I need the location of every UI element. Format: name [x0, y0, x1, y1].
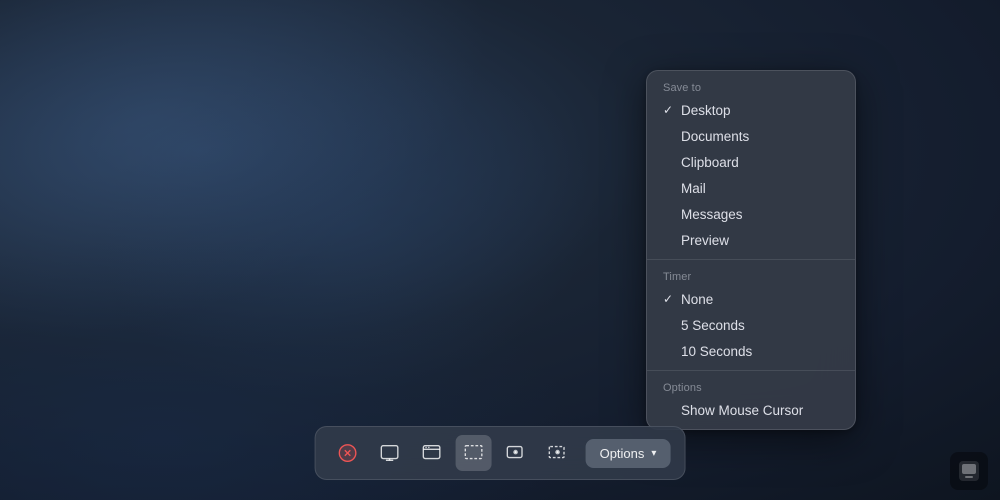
menu-item-show-cursor[interactable]: Show Mouse Cursor: [647, 397, 855, 423]
checkmark-messages: [663, 207, 681, 221]
checkmark-clipboard: [663, 155, 681, 169]
capture-selection-button[interactable]: [456, 435, 492, 471]
watermark-logo: [950, 452, 988, 490]
options-section: Options Show Mouse Cursor: [647, 370, 855, 429]
close-icon: [337, 442, 359, 464]
screen-record-button[interactable]: [498, 435, 534, 471]
checkmark-desktop: ✓: [663, 103, 681, 117]
checkmark-mail: [663, 181, 681, 195]
none-label: None: [681, 292, 839, 307]
selection-record-icon: [547, 442, 569, 464]
messages-label: Messages: [681, 207, 839, 222]
fullscreen-icon: [379, 442, 401, 464]
checkmark-cursor: [663, 403, 681, 417]
capture-fullscreen-button[interactable]: [372, 435, 408, 471]
checkmark-none: ✓: [663, 292, 681, 306]
menu-item-10seconds[interactable]: 10 Seconds: [647, 338, 855, 364]
selection-record-button[interactable]: [540, 435, 576, 471]
desktop-label: Desktop: [681, 103, 839, 118]
timer-section: Timer ✓ None 5 Seconds 10 Seconds: [647, 259, 855, 370]
mail-label: Mail: [681, 181, 839, 196]
documents-label: Documents: [681, 129, 839, 144]
watermark-icon: [955, 457, 983, 485]
close-button[interactable]: [330, 435, 366, 471]
checkmark-documents: [663, 129, 681, 143]
screenshot-toolbar: Options ▾: [315, 426, 686, 480]
menu-item-5seconds[interactable]: 5 Seconds: [647, 312, 855, 338]
show-cursor-label: Show Mouse Cursor: [681, 403, 839, 418]
chevron-down-icon: ▾: [651, 448, 656, 459]
checkmark-5sec: [663, 318, 681, 332]
timer-title: Timer: [647, 266, 855, 286]
watermark: [950, 452, 988, 490]
window-icon: [421, 442, 443, 464]
menu-item-desktop[interactable]: ✓ Desktop: [647, 97, 855, 123]
menu-item-preview[interactable]: Preview: [647, 227, 855, 253]
clipboard-label: Clipboard: [681, 155, 839, 170]
menu-item-documents[interactable]: Documents: [647, 123, 855, 149]
screen-record-icon: [505, 442, 527, 464]
menu-item-none[interactable]: ✓ None: [647, 286, 855, 312]
menu-item-messages[interactable]: Messages: [647, 201, 855, 227]
preview-label: Preview: [681, 233, 839, 248]
5seconds-label: 5 Seconds: [681, 318, 839, 333]
saveto-title: Save to: [647, 77, 855, 97]
selection-icon: [463, 442, 485, 464]
options-dropdown: Save to ✓ Desktop Documents Clipboard Ma…: [646, 70, 856, 430]
10seconds-label: 10 Seconds: [681, 344, 839, 359]
capture-window-button[interactable]: [414, 435, 450, 471]
checkmark-preview: [663, 233, 681, 247]
options-button-label: Options: [600, 446, 645, 461]
options-section-title: Options: [647, 377, 855, 397]
options-dropdown-button[interactable]: Options ▾: [586, 439, 671, 468]
saveto-section: Save to ✓ Desktop Documents Clipboard Ma…: [647, 71, 855, 259]
checkmark-10sec: [663, 344, 681, 358]
menu-item-clipboard[interactable]: Clipboard: [647, 149, 855, 175]
menu-item-mail[interactable]: Mail: [647, 175, 855, 201]
